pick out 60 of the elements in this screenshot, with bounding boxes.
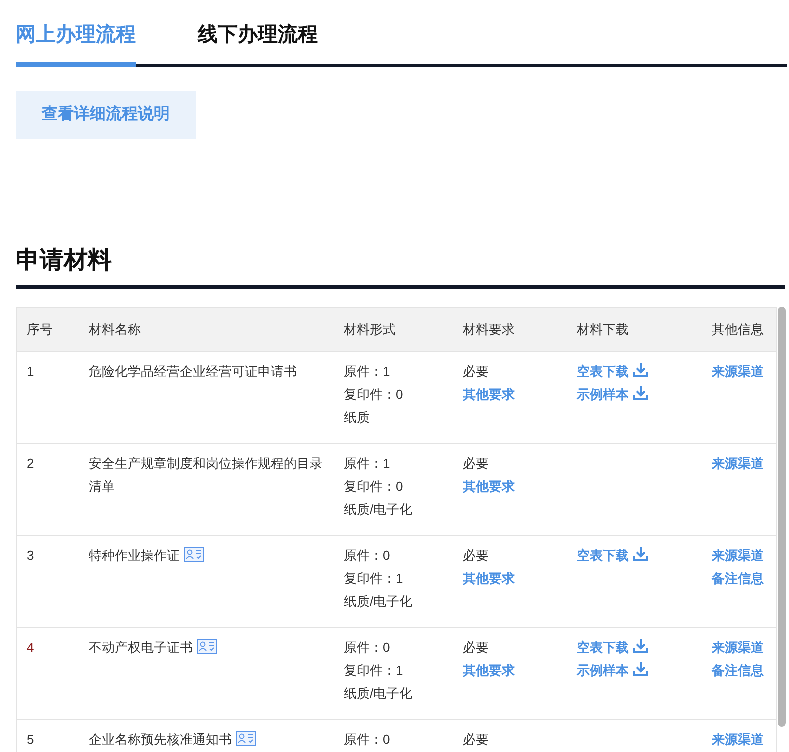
info-link[interactable]: 来源渠道 [712,452,764,475]
download-link[interactable]: 空表下载 [577,544,649,567]
material-form: 原件：0 [344,639,390,657]
scrollbar[interactable] [778,307,786,727]
requirement-link[interactable]: 其他要求 [463,475,515,498]
requirement-text: 必要 [463,547,489,565]
requirement-text: 必要 [463,363,489,381]
download-link[interactable]: 示例样本 [577,383,649,406]
material-form: 原件：0 [344,547,390,565]
column-header: 材料形式 [343,320,397,339]
material-form: 原件：0 [344,731,390,749]
download-icon [633,546,649,562]
tab[interactable]: 线下办理流程 [198,20,318,67]
row-number: 1 [27,364,34,379]
info-link[interactable]: 备注信息 [712,567,764,590]
info-link[interactable]: 备注信息 [712,659,764,682]
row-number: 4 [27,640,34,655]
download-link[interactable]: 示例样本 [577,659,649,682]
material-name: 特种作业操作证 [89,548,180,563]
row-number: 5 [27,732,34,747]
material-form: 复印件：1 [344,662,404,680]
column-header: 序号 [26,320,54,339]
requirement-text: 必要 [463,455,489,473]
download-link[interactable]: 空表下载 [577,360,649,383]
material-form: 复印件：0 [344,386,404,404]
requirement-link[interactable]: 其他要求 [463,659,515,682]
info-link[interactable]: 来源渠道 [712,360,764,383]
column-header: 材料名称 [88,320,142,339]
material-name: 企业名称预先核准通知书 [89,732,232,747]
info-link[interactable]: 来源渠道 [712,544,764,567]
download-icon [633,661,649,677]
requirement-text: 必要 [463,639,489,657]
requirement-link[interactable]: 其他要求 [463,383,515,406]
column-header: 材料下载 [576,320,630,339]
material-form: 复印件：1 [344,570,404,588]
section-title: 申请材料 [16,243,785,289]
material-form: 纸质 [344,409,370,427]
requirement-link[interactable]: 其他要求 [463,567,515,590]
row-number: 3 [27,548,34,563]
column-header: 其他信息 [711,320,765,339]
requirement-text: 必要 [463,731,489,749]
material-name: 安全生产规章制度和岗位操作规程的目录清单 [89,456,323,494]
material-form: 复印件：0 [344,478,404,496]
download-icon [633,638,649,654]
row-number: 2 [27,456,34,471]
material-form: 纸质/电子化 [344,501,413,519]
material-name: 危险化学品经营企业经营可证申请书 [89,364,297,379]
material-form: 纸质/电子化 [344,593,413,611]
download-link[interactable]: 空表下载 [577,636,649,659]
tab[interactable]: 网上办理流程 [16,20,136,67]
column-header: 材料要求 [462,320,516,339]
download-icon [633,362,649,378]
material-form: 原件：1 [344,455,390,473]
material-form: 纸质/电子化 [344,685,413,703]
info-link[interactable]: 来源渠道 [712,728,764,751]
material-form: 原件：1 [344,363,390,381]
info-link[interactable]: 来源渠道 [712,636,764,659]
download-icon [633,385,649,401]
detail-button[interactable]: 查看详细流程说明 [16,91,196,139]
material-name: 不动产权电子证书 [89,640,193,655]
